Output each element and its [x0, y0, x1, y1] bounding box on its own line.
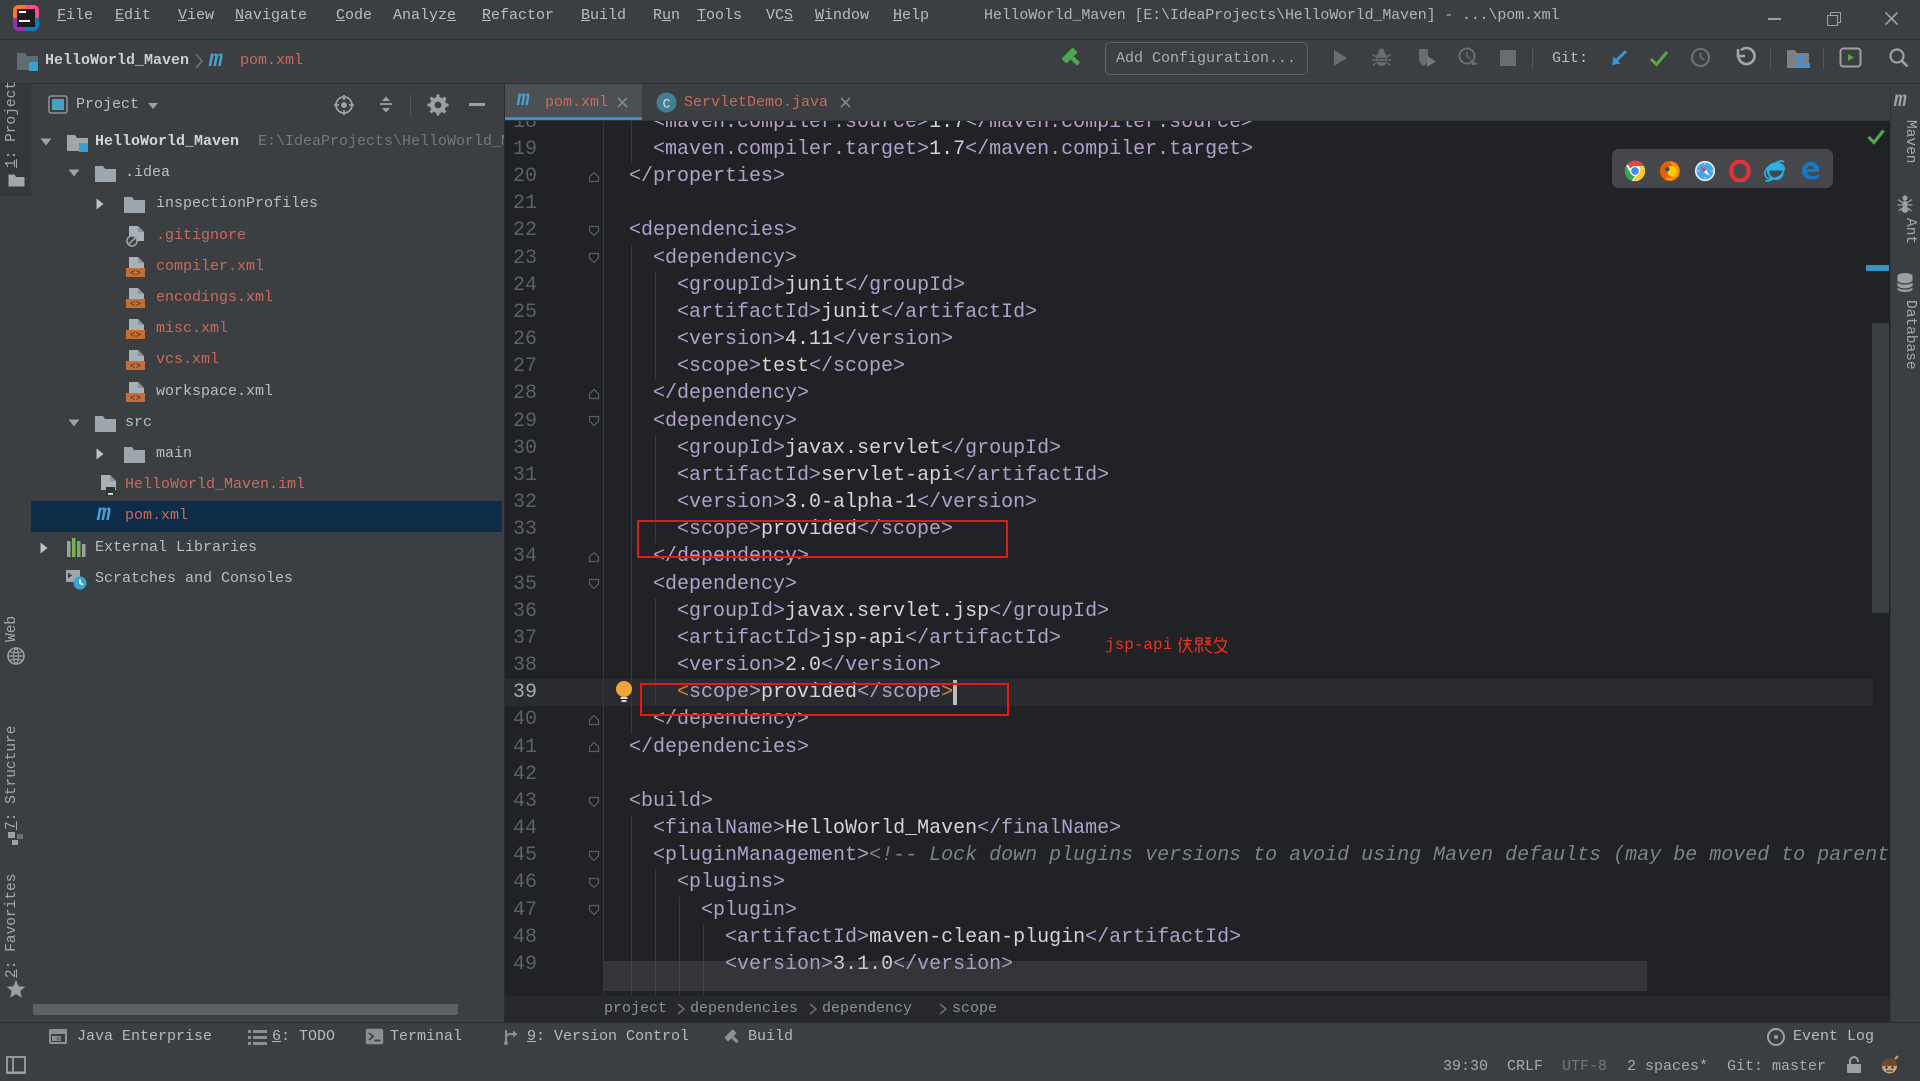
svg-text:<>: <>	[130, 362, 141, 372]
svg-text:<>: <>	[130, 393, 141, 403]
svg-text:<>: <>	[130, 300, 141, 310]
svg-text:EE: EE	[57, 1037, 65, 1044]
svg-text:C: C	[663, 97, 671, 112]
svg-text:<>: <>	[130, 331, 141, 341]
svg-text:<>: <>	[130, 268, 141, 278]
